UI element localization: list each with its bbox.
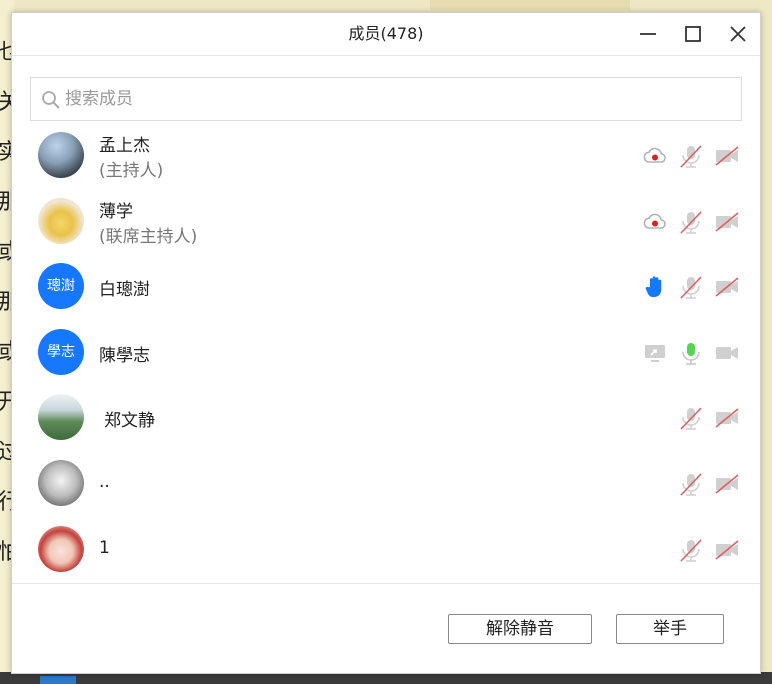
member-role: (主持人) [99, 161, 164, 181]
raise-hand-button[interactable]: 举手 [616, 614, 724, 644]
avatar [38, 132, 84, 178]
camera-icon [716, 346, 738, 359]
cloud-record-icon [643, 213, 666, 229]
avatar [38, 197, 84, 244]
member-role: (联席主持人) [99, 226, 198, 247]
mic-muted-icon [680, 407, 702, 431]
mic-muted-icon [680, 473, 702, 496]
minimize-button[interactable] [634, 19, 664, 49]
dialog-footer: 解除静音 举手 [12, 583, 760, 674]
search-input[interactable] [65, 86, 725, 112]
mic-muted-icon [680, 539, 702, 562]
member-name: 白璁澍 [99, 280, 150, 301]
mic-muted-icon [680, 145, 702, 168]
avatar [38, 394, 84, 441]
taskbar-item[interactable] [40, 676, 76, 684]
member-name: .. [99, 471, 110, 492]
camera-off-icon [715, 211, 739, 232]
avatar [38, 525, 84, 572]
member-row[interactable]: 薄学 (联席主持人) [12, 189, 760, 255]
avatar: 學志 [38, 328, 84, 375]
member-name: 1 [99, 537, 110, 558]
member-name: 薄学 [99, 201, 133, 222]
mic-muted-icon [680, 211, 702, 234]
close-icon [730, 26, 746, 42]
member-row[interactable]: 1 [12, 517, 760, 583]
maximize-button[interactable] [678, 19, 708, 49]
camera-off-icon [715, 277, 739, 297]
camera-off-icon [715, 539, 739, 560]
mic-active-icon [682, 342, 700, 365]
background-decoration [430, 0, 630, 10]
minimize-icon [640, 33, 656, 35]
unmute-button[interactable]: 解除静音 [448, 614, 592, 644]
member-row[interactable]: .. [12, 451, 760, 517]
member-row[interactable]: 孟上杰 (主持人) [12, 123, 760, 189]
member-name: 郑文静 [104, 411, 155, 432]
camera-off-icon [715, 408, 739, 428]
screen-share-icon [645, 344, 665, 362]
member-row[interactable]: 璁澍 白璁澍 [12, 254, 760, 320]
member-name: 陳學志 [99, 345, 150, 366]
camera-off-icon [715, 474, 739, 494]
member-row[interactable]: 郑文静 [12, 385, 760, 451]
member-row[interactable]: 學志 陳學志 [12, 320, 760, 386]
member-name: 孟上杰 [99, 136, 150, 156]
avatar: 璁澍 [38, 263, 84, 310]
mic-muted-icon [680, 276, 702, 299]
avatar [38, 459, 84, 506]
camera-off-icon [715, 146, 739, 166]
cloud-record-icon [643, 147, 666, 163]
member-list[interactable]: 孟上杰 (主持人) 薄学 (联席主持人) 璁澍 白璁澍 學志 陳學志 郑文静 .… [12, 123, 760, 583]
title-bar[interactable]: 成员(478) [12, 13, 760, 56]
search-box[interactable] [30, 77, 742, 121]
maximize-icon [685, 26, 701, 42]
members-dialog: 成员(478) 孟上杰 (主持人) [11, 12, 761, 674]
close-button[interactable] [723, 19, 753, 49]
raised-hand-icon [645, 276, 662, 298]
search-icon [42, 91, 60, 109]
